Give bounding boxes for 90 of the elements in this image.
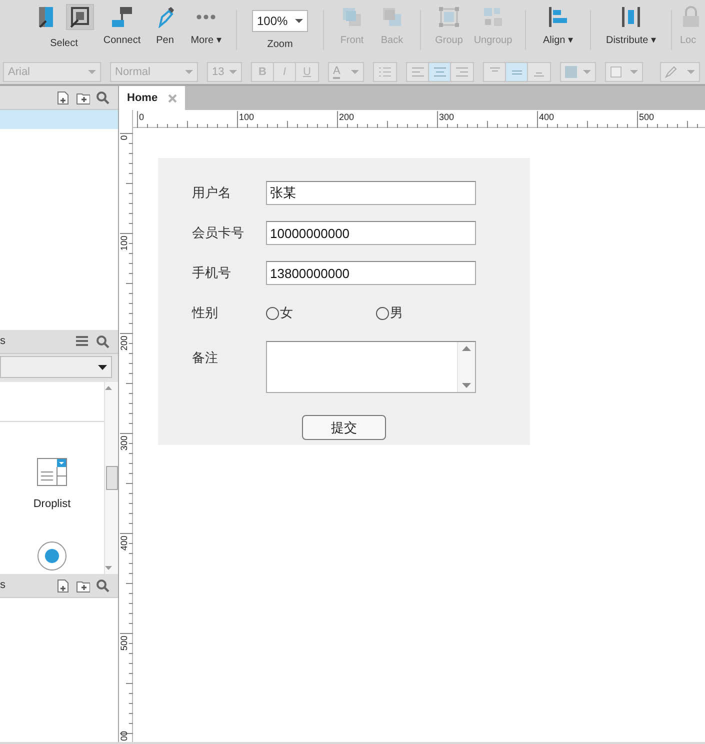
ruler-label: 100 bbox=[119, 236, 129, 251]
ruler-label: 100 bbox=[239, 112, 254, 122]
field-label: 性别 bbox=[192, 304, 219, 322]
pencil-icon bbox=[665, 66, 677, 78]
text-input[interactable]: 13800000000 bbox=[266, 261, 476, 285]
ruler-label: 300 bbox=[119, 436, 129, 451]
ruler-label: 00 bbox=[119, 730, 129, 741]
distribute-button[interactable]: Distribute ▾ bbox=[599, 0, 663, 60]
ruler-label: 500 bbox=[119, 636, 129, 651]
scroll-thumb[interactable] bbox=[106, 466, 118, 490]
ruler-label: 0 bbox=[139, 112, 144, 122]
menu-icon[interactable] bbox=[76, 334, 90, 348]
distribute-icon bbox=[620, 6, 642, 28]
widget-label: Droplist bbox=[33, 497, 71, 512]
send-back-icon bbox=[381, 6, 403, 28]
border-color-button[interactable] bbox=[605, 62, 643, 82]
ungroup-icon bbox=[482, 6, 504, 28]
align-icon bbox=[434, 67, 446, 77]
fill-swatch-icon bbox=[565, 66, 577, 78]
ruler-label: 500 bbox=[639, 112, 654, 122]
scroll-up-icon bbox=[462, 346, 471, 351]
bring-front-icon bbox=[341, 6, 363, 28]
fill-color-button[interactable] bbox=[560, 62, 596, 82]
field-label: 用户名 bbox=[192, 184, 232, 202]
add-page-icon[interactable] bbox=[56, 90, 70, 104]
line-color-button[interactable] bbox=[660, 62, 700, 82]
field-label: 手机号 bbox=[192, 264, 232, 282]
radio-button-icon[interactable] bbox=[37, 540, 67, 570]
search-icon[interactable] bbox=[96, 90, 110, 104]
scroll-up-icon[interactable] bbox=[105, 386, 112, 390]
caret-icon bbox=[351, 70, 359, 74]
submit-button[interactable]: 提交 bbox=[302, 415, 386, 440]
more-button[interactable]: More ▾ bbox=[184, 0, 228, 60]
list-icon bbox=[379, 67, 391, 77]
ruler-label: 400 bbox=[539, 112, 554, 122]
ruler-label: 0 bbox=[119, 135, 129, 140]
ruler-label: 300 bbox=[439, 112, 454, 122]
text-input[interactable]: 10000000000 bbox=[266, 221, 476, 245]
add-folder-icon[interactable] bbox=[76, 90, 90, 104]
search-icon[interactable] bbox=[96, 578, 110, 592]
droplist-icon[interactable] bbox=[37, 458, 67, 486]
search-icon[interactable] bbox=[96, 334, 110, 348]
border-swatch-icon bbox=[610, 66, 622, 78]
select-label: Select bbox=[50, 37, 78, 51]
zoom-value: 100% bbox=[257, 15, 288, 27]
radio-option[interactable]: 男 bbox=[376, 303, 486, 323]
select-icon bbox=[69, 6, 91, 28]
select-mode-button[interactable] bbox=[66, 4, 94, 30]
radio-option[interactable]: 女 bbox=[266, 303, 376, 323]
text-align-button[interactable] bbox=[429, 63, 451, 81]
ruler-label: 200 bbox=[119, 336, 129, 351]
caret-icon bbox=[185, 70, 193, 74]
notes-textarea[interactable] bbox=[266, 341, 476, 393]
connect-button[interactable]: Connect bbox=[98, 0, 146, 60]
panel-title: s bbox=[0, 334, 6, 350]
close-icon[interactable] bbox=[168, 94, 177, 102]
text-align-button[interactable] bbox=[451, 63, 473, 81]
scroll-down-icon bbox=[462, 383, 471, 388]
page-tab[interactable]: Home bbox=[119, 86, 185, 110]
align-left-icon bbox=[547, 6, 569, 28]
lock-icon bbox=[680, 6, 702, 28]
add-folder-icon[interactable] bbox=[76, 578, 90, 592]
vertical-align-button[interactable] bbox=[528, 63, 550, 81]
caret-icon bbox=[229, 70, 237, 74]
more-icon bbox=[196, 14, 216, 20]
scroll-down-icon[interactable] bbox=[105, 566, 112, 570]
text-input[interactable]: 张某 bbox=[266, 181, 476, 205]
caret-icon bbox=[687, 70, 695, 74]
field-label: 会员卡号 bbox=[192, 224, 245, 242]
caret-icon bbox=[98, 364, 107, 370]
pen-button[interactable]: Pen bbox=[146, 0, 184, 60]
ruler-label: 200 bbox=[339, 112, 354, 122]
group-icon bbox=[438, 6, 460, 28]
caret-icon bbox=[630, 70, 638, 74]
field-label: 备注 bbox=[192, 349, 219, 367]
caret-icon bbox=[583, 70, 591, 74]
library-dropdown[interactable] bbox=[0, 356, 112, 378]
caret-icon bbox=[295, 19, 303, 23]
add-page-icon[interactable] bbox=[56, 578, 70, 592]
align-icon bbox=[412, 67, 424, 77]
panel-title: s bbox=[0, 578, 6, 594]
vertical-align-button[interactable] bbox=[484, 63, 506, 81]
text-align-button[interactable] bbox=[407, 63, 429, 81]
align-icon bbox=[456, 67, 468, 77]
connect-icon bbox=[111, 6, 133, 28]
ruler-label: 400 bbox=[119, 536, 129, 551]
caret-icon bbox=[88, 70, 96, 74]
vertical-align-button[interactable] bbox=[506, 63, 528, 81]
align-button[interactable]: Align ▾ bbox=[534, 0, 582, 60]
zoom-button[interactable]: 100% Zoom bbox=[245, 0, 315, 60]
